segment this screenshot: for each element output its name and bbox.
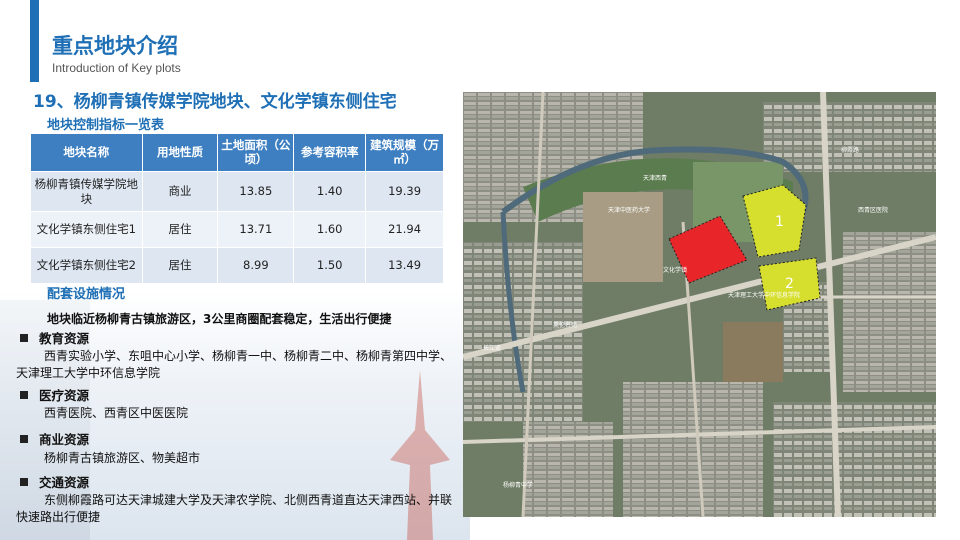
table-cell: 1.50 (293, 247, 367, 284)
facilities-summary: 地块临近杨柳青古镇旅游区，3公里商圈配套稳定，生活出行便捷 (47, 312, 392, 326)
map-place-label: 杨柳青中学 (503, 481, 533, 489)
table-row: 杨柳青镇传媒学院地块 商业 13.85 1.40 19.39 (30, 171, 444, 212)
page-title: 重点地块介绍 (52, 34, 178, 58)
bullet-square-icon (20, 435, 28, 443)
table-cell: 1.60 (293, 211, 367, 248)
table-title: 地块控制指标一览表 (47, 118, 165, 133)
column-header: 地块名称 (30, 133, 143, 172)
table-cell: 居住 (141, 211, 219, 248)
table-cell: 居住 (141, 247, 219, 284)
map-place-label: 英伦名苑 (553, 321, 577, 329)
section-medical: 医疗资源 (20, 385, 89, 404)
accent-bar (30, 0, 39, 82)
section-label: 教育资源 (39, 331, 90, 346)
table-cell: 19.39 (365, 171, 444, 212)
plot-index-table: 地块名称 用地性质 土地面积（公顷） 参考容积率 建筑规模（万㎡） 杨柳青镇传媒… (30, 133, 444, 284)
table-cell: 13.85 (217, 171, 295, 212)
section-heading: 19、杨柳青镇传媒学院地块、文化学镇东侧住宅 (33, 92, 397, 112)
table-cell: 文化学镇东侧住宅2 (30, 247, 143, 284)
bullet-square-icon (20, 391, 28, 399)
table-cell: 杨柳青镇传媒学院地块 (30, 171, 143, 212)
table-row: 文化学镇东侧住宅2 居住 8.99 1.50 13.49 (30, 247, 444, 284)
map-place-label: 西青区医院 (858, 206, 888, 214)
map-place-label: 天津西青 (643, 174, 667, 182)
section-commerce: 商业资源 (20, 429, 89, 448)
facilities-title: 配套设施情况 (47, 287, 126, 302)
transport-text: 东侧柳霞路可达天津城建大学及天津农学院、北侧西青道直达天津西站、并联快速路出行便… (16, 493, 453, 524)
table-header-row: 地块名称 用地性质 土地面积（公顷） 参考容积率 建筑规模（万㎡） (30, 133, 444, 172)
table-cell: 13.71 (217, 211, 295, 248)
column-header: 用地性质 (141, 133, 219, 172)
table-cell: 21.94 (365, 211, 444, 248)
map-place-label: 长江道 (483, 344, 501, 352)
table-cell: 8.99 (217, 247, 295, 284)
page-subtitle: Introduction of Key plots (52, 61, 181, 75)
table-cell: 1.40 (293, 171, 367, 212)
table-cell: 商业 (141, 171, 219, 212)
bullet-square-icon (20, 334, 28, 342)
column-header: 土地面积（公顷） (217, 133, 295, 172)
education-text: 西青实验小学、东咀中心小学、杨柳青一中、杨柳青二中、杨柳青第四中学、天津理工大学… (16, 349, 453, 380)
map-place-label: 天津理工大学中环信息学院 (728, 291, 800, 299)
table-row: 文化学镇东侧住宅1 居住 13.71 1.60 21.94 (30, 211, 444, 248)
section-label: 商业资源 (39, 432, 90, 447)
section-label: 医疗资源 (39, 388, 90, 403)
medical-text: 西青医院、西青区中医医院 (44, 406, 189, 420)
table-cell: 13.49 (365, 247, 444, 284)
table-cell: 文化学镇东侧住宅1 (30, 211, 143, 248)
plot-2-label: 2 (785, 276, 794, 292)
column-header: 建筑规模（万㎡） (365, 133, 444, 172)
map-place-label: 柳霞路 (841, 146, 859, 154)
commerce-text: 杨柳青古镇旅游区、物美超市 (44, 451, 201, 465)
bullet-square-icon (20, 478, 28, 486)
section-education: 教育资源 (20, 328, 89, 347)
satellite-map: 1 2 天津西青 天津中医药大学 文化学镇 英伦名苑 杨柳青中学 天津理工大学中… (463, 92, 936, 517)
map-place-label: 天津中医药大学 (608, 206, 650, 214)
column-header: 参考容积率 (293, 133, 367, 172)
section-transport: 交通资源 (20, 472, 89, 491)
map-place-label: 文化学镇 (663, 266, 687, 274)
plot-1-label: 1 (775, 214, 784, 230)
section-label: 交通资源 (39, 475, 90, 490)
